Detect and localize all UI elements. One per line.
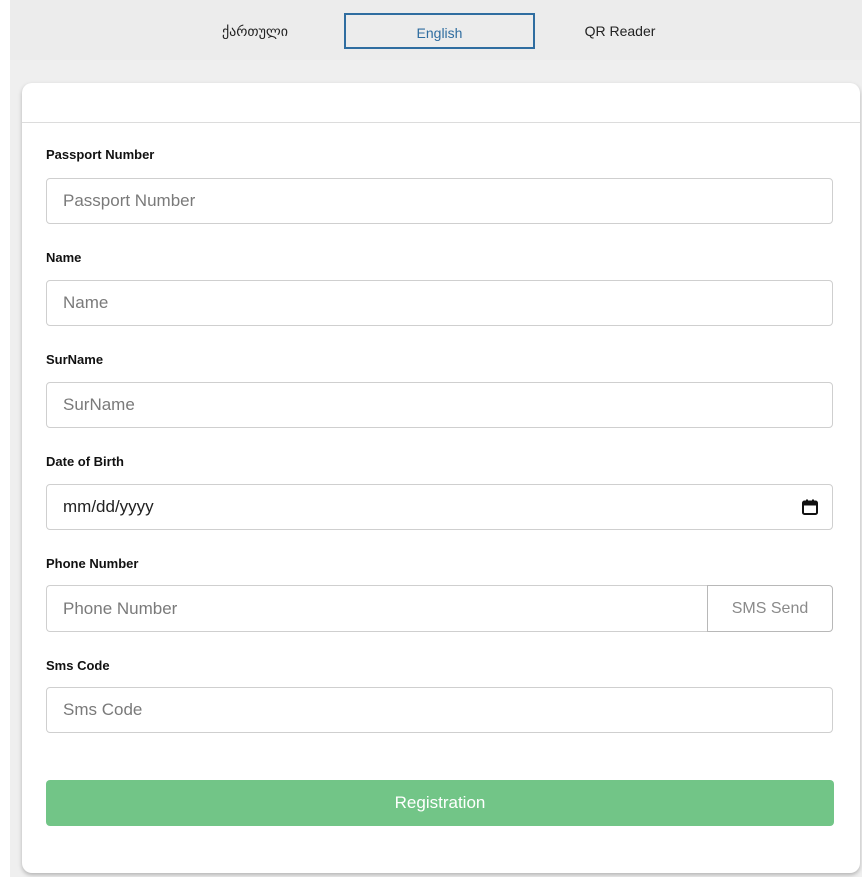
- passport-number-input[interactable]: Passport Number: [46, 178, 833, 224]
- tab-english[interactable]: English: [344, 13, 535, 49]
- phone-number-label: Phone Number: [46, 556, 139, 571]
- surname-label: SurName: [46, 352, 104, 367]
- passport-number-placeholder: Passport Number: [63, 191, 196, 210]
- page: ქართული English QR Reader Passport Numbe…: [0, 0, 862, 877]
- sms-send-button[interactable]: SMS Send: [707, 585, 833, 632]
- sms-code-placeholder: Sms Code: [63, 700, 143, 719]
- sms-code-input[interactable]: Sms Code: [46, 687, 833, 733]
- name-placeholder: Name: [63, 293, 109, 312]
- date-of-birth-placeholder: mm/dd/yyyy: [63, 497, 154, 516]
- sms-code-label: Sms Code: [46, 658, 110, 673]
- registration-button[interactable]: Registration: [46, 780, 834, 826]
- tab-qr-reader[interactable]: QR Reader: [550, 13, 690, 49]
- card-header: [22, 83, 860, 123]
- date-of-birth-input[interactable]: mm/dd/yyyy: [46, 484, 833, 530]
- calendar-icon[interactable]: [802, 499, 818, 515]
- name-input[interactable]: Name: [46, 280, 833, 326]
- date-of-birth-label: Date of Birth: [46, 454, 124, 469]
- name-label: Name: [46, 250, 82, 265]
- language-bar: ქართული English QR Reader: [10, 0, 862, 60]
- passport-number-label: Passport Number: [46, 147, 155, 162]
- phone-number-input[interactable]: Phone Number: [46, 585, 707, 632]
- surname-placeholder: SurName: [63, 395, 135, 414]
- surname-input[interactable]: SurName: [46, 382, 833, 428]
- tab-georgian[interactable]: ქართული: [185, 13, 325, 49]
- phone-input-group: Phone Number SMS Send: [46, 585, 833, 632]
- phone-number-placeholder: Phone Number: [63, 599, 178, 618]
